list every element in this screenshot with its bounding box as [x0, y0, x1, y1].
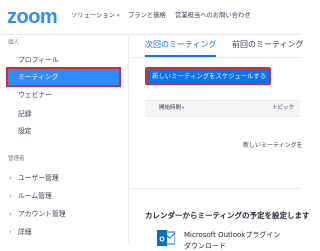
nav-plans-pricing-label: プランと価格: [128, 12, 166, 19]
sidebar-item-advanced[interactable]: › 詳細: [9, 228, 32, 237]
tabs-divider: [130, 57, 300, 58]
sidebar-item-profile[interactable]: プロフィール: [18, 56, 59, 65]
sidebar-item-room-management[interactable]: › ルーム管理: [9, 192, 52, 201]
top-navigation-bar: zoom ソリューション ▾ プランと価格 営業担当へのお問い合わせ: [0, 0, 300, 35]
chevron-down-icon: ▾: [116, 13, 120, 19]
sidebar-section-admin: 管理者: [8, 156, 25, 162]
column-start-time-label: 開始時間: [159, 105, 182, 111]
outlook-icon: o: [157, 230, 175, 246]
tab-previous-meetings[interactable]: 前回のミーティング: [232, 40, 304, 50]
sidebar-section-personal: 個人: [8, 40, 20, 46]
nav-contact-sales[interactable]: 営業担当へのお問い合わせ: [175, 12, 251, 20]
sidebar-item-label: アカウント管理: [18, 210, 66, 218]
calendar-heading: カレンダーからミーティングの予定を設定します: [145, 211, 310, 220]
sidebar-item-label: ミーティング: [18, 73, 59, 81]
column-start-time[interactable]: 開始時間▾: [159, 105, 184, 112]
outlook-plugin-download[interactable]: ダウンロード: [184, 242, 226, 251]
sidebar-item-label: 詳細: [18, 228, 32, 236]
nav-contact-sales-label: 営業担当へのお問い合わせ: [175, 12, 251, 19]
sidebar-item-label: 記録: [18, 110, 32, 118]
sidebar-item-label: プロフィール: [18, 56, 59, 64]
sidebar-item-settings[interactable]: 設定: [18, 127, 32, 136]
outlook-plugin-title[interactable]: Microsoft Outlookプラグイン: [184, 231, 280, 240]
sidebar-item-recordings[interactable]: 記録: [18, 110, 32, 119]
sidebar-item-account-management[interactable]: › アカウント管理: [9, 210, 66, 219]
sidebar-item-meetings[interactable]: ミーティング: [6, 67, 121, 87]
nav-solutions-label: ソリューション: [71, 12, 115, 19]
schedule-meeting-button[interactable]: 新しいミーティングをスケジュールする: [145, 67, 271, 85]
column-topic-label: トピック: [272, 105, 295, 111]
empty-state-message: 新しいミーティングを: [243, 142, 303, 149]
nav-plans-pricing[interactable]: プランと価格: [128, 12, 166, 20]
sidebar-item-label: ウェビナー: [18, 91, 52, 99]
sidebar-item-label: 設定: [18, 127, 32, 135]
svg-text:o: o: [159, 234, 165, 244]
chevron-right-icon: ›: [9, 192, 12, 200]
sidebar-item-webinars[interactable]: ウェビナー: [18, 91, 52, 100]
sort-icon: ▾: [182, 106, 185, 111]
sidebar-item-label: ユーザー管理: [18, 174, 59, 182]
active-tab-indicator: [145, 55, 216, 57]
tab-upcoming-meetings[interactable]: 次回のミーティング: [145, 40, 217, 50]
nav-solutions[interactable]: ソリューション ▾: [71, 12, 119, 20]
section-divider: [130, 188, 300, 189]
meetings-table-header: 開始時間▾ トピック: [145, 100, 300, 117]
zoom-logo[interactable]: zoom: [7, 7, 58, 27]
chevron-right-icon: ›: [9, 210, 12, 218]
sidebar-item-user-management[interactable]: › ユーザー管理: [9, 174, 59, 183]
column-topic: トピック: [272, 105, 294, 112]
chevron-right-icon: ›: [9, 174, 12, 182]
chevron-right-icon: ›: [9, 228, 12, 236]
sidebar-item-label: ルーム管理: [18, 192, 52, 200]
